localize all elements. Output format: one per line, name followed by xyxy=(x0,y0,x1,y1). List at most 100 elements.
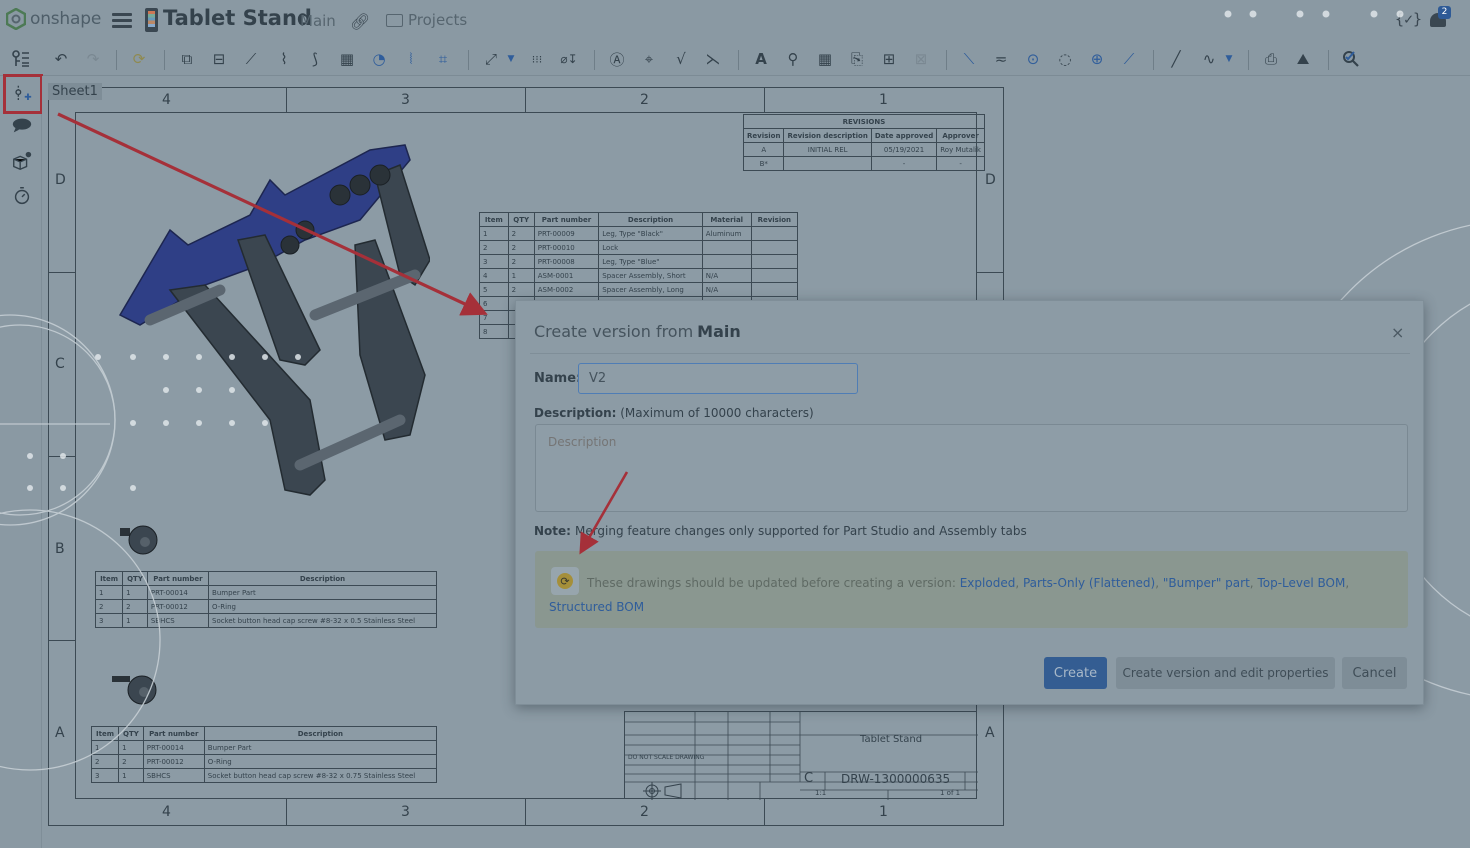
table-row[interactable]: B* - - xyxy=(742,156,985,171)
sketch-line-icon[interactable]: ╱ xyxy=(1165,48,1187,70)
note-icon[interactable]: Ⓐ xyxy=(606,48,628,70)
bolt-circle-icon[interactable]: ⊙ xyxy=(1022,48,1044,70)
break-view-icon[interactable]: ⌇ xyxy=(273,48,295,70)
table-cell: Leg, Type "Blue" xyxy=(598,254,703,269)
surface-finish-icon[interactable]: √ xyxy=(670,48,692,70)
table-row[interactable]: 3 1 SBHCS Socket button head cap screw #8-3… xyxy=(90,768,438,783)
revisions-table[interactable]: REVISIONS Revision Revision description Da… xyxy=(742,114,985,171)
detail-view-icon[interactable]: ▦ xyxy=(336,48,358,70)
variables-icon[interactable]: {✓} xyxy=(1395,10,1422,28)
redo-icon[interactable]: ↷ xyxy=(82,48,104,70)
assembly-isometric-view[interactable] xyxy=(110,135,430,505)
warning-link-structured-bom[interactable]: Structured BOM xyxy=(549,600,644,614)
bom-table-long[interactable]: Item QTY Part number Description 1 1 PRT-0001… xyxy=(90,726,438,783)
bom_short-header: Item xyxy=(94,571,124,586)
dimension-dropdown-icon[interactable]: ▼ xyxy=(505,48,517,70)
warning-link-exploded[interactable]: Exploded xyxy=(960,576,1016,590)
bumper-part-view-2[interactable] xyxy=(110,668,160,710)
insert-view-icon[interactable]: ⧉ xyxy=(176,48,198,70)
create-and-edit-properties-button[interactable]: Create version and edit properties xyxy=(1116,657,1335,689)
text-icon[interactable]: A xyxy=(750,48,772,70)
warning-link-top-level-bom[interactable]: Top-Level BOM xyxy=(1257,576,1345,590)
sheet-tab[interactable]: Sheet1 xyxy=(48,83,102,100)
revisions-header: Revision description xyxy=(783,128,872,143)
table-cell: 1 xyxy=(507,268,535,283)
ordinate-icon[interactable]: ⁝⁝⁝ xyxy=(526,48,548,70)
centermark-icon[interactable]: ⊕ xyxy=(1086,48,1108,70)
left-sidebar xyxy=(0,76,42,848)
app-store-icon[interactable] xyxy=(10,149,34,173)
table-cell: 2 xyxy=(122,599,148,614)
section-view-icon[interactable]: ⟋ xyxy=(240,48,262,70)
line-icon[interactable]: ⟍ xyxy=(958,48,980,70)
table-row[interactable]: 2 2 PRT-00012 O-Ring xyxy=(94,599,437,614)
spline-dropdown-icon[interactable]: ▼ xyxy=(1223,48,1235,70)
projected-view-icon[interactable]: ⊟ xyxy=(208,48,230,70)
insert-image-icon[interactable]: ⛰ xyxy=(1292,48,1314,70)
zone-col-1-bottom: 1 xyxy=(879,804,888,820)
table-row[interactable]: 3 2 PRT-00008 Leg, Type "Blue" xyxy=(479,254,799,269)
branch-name[interactable]: Main xyxy=(300,12,336,30)
revision-table-icon[interactable]: ⊠ xyxy=(910,48,932,70)
table-cell: Socket button head cap screw #8-32 x 0.7… xyxy=(203,768,438,783)
table-row[interactable]: 2 2 PRT-00012 O-Ring xyxy=(90,754,438,769)
hole-table-icon[interactable]: ⊞ xyxy=(878,48,900,70)
notifications-bell-icon[interactable]: 2 xyxy=(1430,6,1451,30)
version-name-input[interactable] xyxy=(578,363,858,394)
bumper-part-view-1[interactable] xyxy=(118,520,160,560)
table-row[interactable]: 2 2 PRT-00010 Lock xyxy=(479,240,799,255)
table-row[interactable]: 1 1 PRT-00014 Bumper Part xyxy=(94,585,437,600)
close-icon[interactable]: × xyxy=(1391,323,1404,342)
table-cell: N/A xyxy=(701,268,752,283)
centerline-icon[interactable]: ≂ xyxy=(990,48,1012,70)
projects-button[interactable]: Projects xyxy=(386,11,467,29)
table-cell: 1 xyxy=(122,585,148,600)
table-cell: 2 xyxy=(94,599,124,614)
crop-icon[interactable]: ⌗ xyxy=(432,48,454,70)
cancel-button[interactable]: Cancel xyxy=(1342,657,1407,689)
callout-icon[interactable]: ⚲ xyxy=(782,48,804,70)
bom-table-short[interactable]: Item QTY Part number Description 1 1 PRT-0001… xyxy=(94,571,437,628)
leader-icon[interactable]: ⋋ xyxy=(702,48,724,70)
revisions-header: Revision xyxy=(742,128,785,143)
table-row[interactable]: 4 1 ASM-0001 Spacer Assembly, Short N/A xyxy=(479,268,799,283)
chamfer-icon[interactable]: ⟋ xyxy=(1118,48,1140,70)
datum-icon[interactable]: ⌖ xyxy=(638,48,660,70)
table-row[interactable]: 1 1 PRT-00014 Bumper Part xyxy=(90,740,438,755)
table-row[interactable]: 1 2 PRT-00009 Leg, Type "Black" Aluminum xyxy=(479,226,799,241)
warning-link-parts-only[interactable]: Parts-Only (Flattened) xyxy=(1023,576,1155,590)
export-dxf-icon[interactable]: ⎙ xyxy=(1260,48,1282,70)
crop-view-icon[interactable]: ⟆ xyxy=(304,48,326,70)
point-icon[interactable]: ◌ xyxy=(1054,48,1076,70)
dimension-icon[interactable]: ⤢ xyxy=(480,48,502,70)
undo-icon[interactable]: ↶ xyxy=(50,48,72,70)
bom-icon[interactable]: ⎘ xyxy=(846,48,868,70)
alignment-icon[interactable]: ⦚ xyxy=(400,48,422,70)
table-cell: - xyxy=(936,156,985,171)
hamburger-menu-icon[interactable] xyxy=(112,10,132,30)
version-history-icon[interactable] xyxy=(10,184,34,208)
document-title[interactable]: Tablet Stand xyxy=(163,6,312,30)
table-row[interactable]: 3 1 SBHCS Socket button head cap screw #8-3… xyxy=(94,613,437,628)
onshape-logo[interactable]: onshape xyxy=(6,8,101,30)
comments-icon[interactable] xyxy=(10,114,34,138)
hole-callout-icon[interactable]: ⌀↧ xyxy=(558,48,580,70)
auxiliary-view-icon[interactable]: ◔ xyxy=(368,48,390,70)
warning-link-bumper-part[interactable]: "Bumper" part xyxy=(1163,576,1250,590)
table-icon[interactable]: ▦ xyxy=(814,48,836,70)
zone-col-4: 4 xyxy=(162,92,171,108)
table-row[interactable]: A INITIAL REL 05/19/2021 Roy Mutalik xyxy=(742,142,985,157)
merge-note: Note: Merging feature changes only suppor… xyxy=(534,524,1027,538)
spline-icon[interactable]: ∿ xyxy=(1198,48,1220,70)
table-cell: 2 xyxy=(507,240,535,255)
inspect-icon[interactable] xyxy=(1340,48,1362,70)
version-description-input[interactable] xyxy=(535,424,1408,512)
table-row[interactable]: 5 2 ASM-0002 Spacer Assembly, Long N/A xyxy=(479,282,799,297)
update-icon[interactable]: ⟳ xyxy=(128,48,150,70)
table-cell xyxy=(701,254,752,269)
zone-row-d: D xyxy=(55,172,66,188)
top-bar: onshape Tablet Stand Main 🔗︎ Projects {✓… xyxy=(0,0,1470,42)
create-button[interactable]: Create xyxy=(1044,657,1107,689)
link-icon[interactable]: 🔗︎ xyxy=(350,12,370,31)
feature-list-icon[interactable] xyxy=(10,48,32,70)
